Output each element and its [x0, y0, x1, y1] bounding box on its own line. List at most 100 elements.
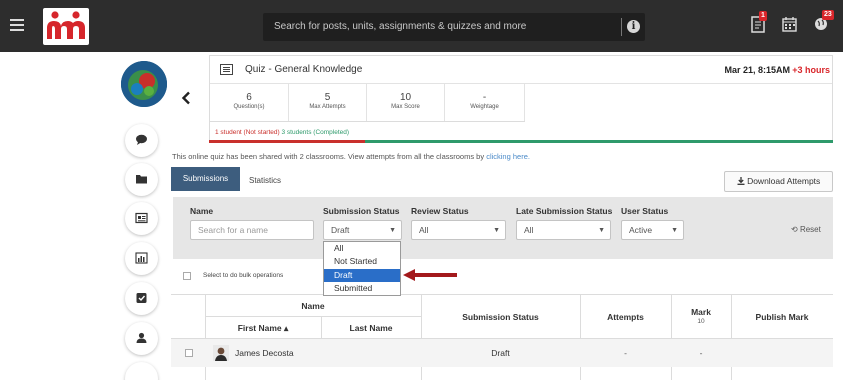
user-status-select[interactable]: Active ▼	[621, 220, 684, 240]
late-submission-label: Late Submission Status	[516, 206, 613, 216]
view-all-link[interactable]: clicking here.	[486, 152, 530, 161]
last-name-header[interactable]: Last Name	[321, 323, 421, 333]
submission-status-value: Draft	[331, 225, 350, 235]
quiz-due-date: Mar 21, 8:15AM	[724, 65, 790, 75]
tab-submissions[interactable]: Submissions	[171, 167, 240, 191]
mark-max: 10	[697, 318, 705, 325]
folder-icon	[136, 175, 147, 184]
top-bar: Search for posts, units, assignments & q…	[0, 0, 843, 52]
mark-header[interactable]: Mark	[671, 307, 731, 317]
gradebook-button[interactable]	[125, 202, 158, 235]
download-attempts-button[interactable]: Download Attempts	[724, 171, 833, 192]
name-filter-label: Name	[190, 206, 214, 216]
globe-icon[interactable]: 23	[814, 10, 834, 34]
download-label: Download Attempts	[747, 176, 821, 186]
annotation-arrow-icon	[403, 269, 457, 281]
stat-value: 6	[246, 92, 252, 103]
tasks-button[interactable]	[125, 282, 158, 315]
completed-count[interactable]: 3 students (Completed)	[281, 129, 349, 136]
not-started-count[interactable]: 1 student (Not started)	[215, 129, 280, 136]
header-divider	[205, 316, 421, 317]
info-icon[interactable]: i	[627, 20, 640, 33]
publish-mark-header: Publish Mark	[755, 312, 809, 322]
review-status-select[interactable]: All ▼	[411, 220, 506, 240]
bulk-select-label: Select to do bulk operations	[203, 272, 284, 279]
reset-icon: ⟲	[791, 225, 798, 234]
caret-down-icon: ▼	[389, 227, 396, 234]
class-avatar[interactable]	[121, 61, 167, 107]
checkbox-icon	[136, 293, 147, 303]
submission-status-label: Submission Status	[323, 206, 400, 216]
caret-down-icon: ▼	[598, 227, 605, 234]
stat-label: Question(s)	[233, 104, 265, 110]
quiz-title[interactable]: Quiz - General Knowledge	[245, 64, 362, 75]
tab-statistics[interactable]: Statistics	[249, 176, 281, 185]
stat-max-score: 10 Max Score	[367, 84, 445, 121]
members-button[interactable]	[125, 322, 158, 355]
progress-bar-completed	[365, 140, 833, 143]
global-search[interactable]: Search for posts, units, assignments & q…	[263, 13, 645, 41]
submission-status-header[interactable]: Submission Status	[421, 312, 580, 322]
first-name-header[interactable]: First Name ▴	[205, 323, 321, 334]
table-row[interactable]: James Decosta Draft - -	[171, 339, 833, 367]
folder-button[interactable]	[125, 163, 158, 196]
row-attempts: -	[624, 348, 627, 358]
quiz-icon	[220, 64, 233, 75]
quiz-card: Quiz - General Knowledge Mar 21, 8:15AM …	[209, 55, 833, 143]
attempts-header[interactable]: Attempts	[580, 312, 671, 322]
reset-label: Reset	[799, 225, 821, 234]
filter-panel: Name Search for a name Submission Status…	[173, 197, 833, 259]
reports-button[interactable]	[125, 242, 158, 275]
progress-summary: 1 student (Not started) 3 students (Comp…	[215, 129, 349, 136]
calendar-icon[interactable]	[782, 16, 798, 34]
stats-divider	[210, 121, 525, 122]
dropdown-option-not-started[interactable]: Not Started	[324, 255, 400, 268]
name-header: Name	[301, 301, 325, 311]
review-status-label: Review Status	[411, 206, 469, 216]
app-logo[interactable]	[43, 8, 89, 45]
comment-icon	[136, 134, 147, 145]
user-status-label: User Status	[621, 206, 669, 216]
notification-badge: 1	[759, 11, 767, 21]
row-mark: -	[699, 348, 703, 358]
list-card-icon	[135, 212, 148, 224]
progress-bar-not-started	[209, 140, 365, 143]
student-name[interactable]: James Decosta	[235, 348, 294, 358]
search-input[interactable]: Search for posts, units, assignments & q…	[274, 21, 526, 32]
stat-weightage: - Weightage	[445, 84, 525, 121]
row-checkbox[interactable]	[185, 349, 193, 357]
bulk-select-checkbox[interactable]	[183, 272, 191, 280]
dropdown-option-draft[interactable]: Draft	[324, 268, 400, 283]
reset-button[interactable]: ⟲ Reset	[791, 225, 821, 234]
quiz-late-time: +3 hours	[792, 65, 830, 75]
comments-button[interactable]	[125, 124, 158, 157]
user-icon	[136, 332, 147, 343]
stat-label: Max Attempts	[309, 104, 346, 110]
share-text: This online quiz has been shared with 2 …	[172, 152, 485, 161]
quiz-header: Quiz - General Knowledge Mar 21, 8:15AM …	[210, 56, 832, 84]
submission-status-select[interactable]: Draft ▼	[323, 220, 402, 240]
row-submission-status: Draft	[491, 348, 510, 358]
caret-down-icon: ▼	[493, 227, 500, 234]
late-submission-value: All	[524, 225, 534, 235]
late-submission-select[interactable]: All ▼	[516, 220, 611, 240]
search-divider	[621, 18, 622, 36]
stat-value: -	[482, 92, 487, 103]
back-chevron-icon[interactable]	[181, 91, 191, 105]
dropdown-option-all[interactable]: All	[324, 242, 400, 255]
stat-label: Max Score	[391, 104, 420, 110]
review-status-value: All	[419, 225, 429, 235]
caret-down-icon: ▼	[671, 227, 678, 234]
stat-max-attempts: 5 Max Attempts	[289, 84, 367, 121]
dropdown-option-submitted[interactable]: Submitted	[324, 282, 400, 295]
alerts-badge: 23	[822, 10, 834, 20]
submission-status-dropdown: All Not Started Draft Submitted	[323, 241, 401, 296]
menu-icon[interactable]	[10, 16, 24, 34]
share-info: This online quiz has been shared with 2 …	[172, 152, 530, 161]
stat-value: 10	[399, 92, 412, 103]
notes-icon[interactable]: 1	[751, 11, 767, 34]
more-button[interactable]	[125, 362, 158, 380]
name-search-input[interactable]: Search for a name	[190, 220, 314, 240]
stat-label: Weightage	[470, 104, 499, 110]
stat-questions: 6 Question(s)	[210, 84, 289, 121]
